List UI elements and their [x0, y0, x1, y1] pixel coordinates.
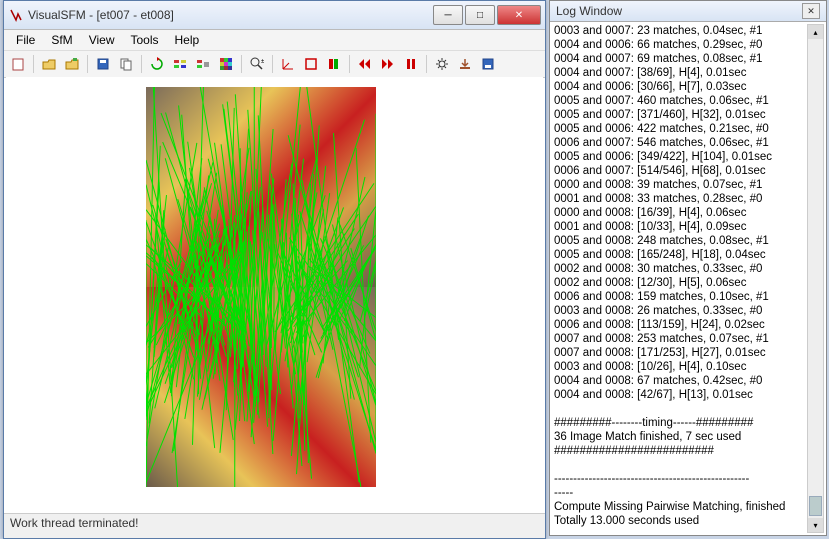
log-titlebar[interactable]: Log Window ✕ [550, 1, 826, 22]
status-bar: Work thread terminated! [4, 513, 545, 538]
stop-red-icon[interactable] [301, 54, 321, 74]
reconstruct-sparse-icon[interactable] [170, 54, 190, 74]
separator [426, 55, 427, 73]
separator [87, 55, 88, 73]
separator [272, 55, 273, 73]
menu-file[interactable]: File [8, 31, 43, 49]
log-text[interactable]: 0003 and 0007: 23 matches, 0.04sec, #1 0… [554, 24, 808, 533]
axis-icon[interactable] [278, 54, 298, 74]
toolbar: ± [4, 51, 545, 78]
fast-back-icon[interactable] [355, 54, 375, 74]
log-body: 0003 and 0007: 23 matches, 0.04sec, #1 0… [550, 22, 826, 535]
separator [141, 55, 142, 73]
dense-icon[interactable] [216, 54, 236, 74]
log-close-icon[interactable]: ✕ [802, 3, 820, 19]
main-titlebar[interactable]: VisualSFM - [et007 - et008] ─ □ ✕ [4, 1, 545, 30]
image-match-view [146, 87, 376, 487]
separator [33, 55, 34, 73]
close-button[interactable]: ✕ [497, 5, 541, 25]
status-text: Work thread terminated! [10, 516, 139, 530]
disk-icon[interactable] [478, 54, 498, 74]
pause-icon[interactable] [401, 54, 421, 74]
marker-icon[interactable] [324, 54, 344, 74]
export-icon[interactable] [455, 54, 475, 74]
menu-view[interactable]: View [81, 31, 123, 49]
log-title-text: Log Window [556, 4, 802, 18]
zoom-icon[interactable]: ± [247, 54, 267, 74]
menubar: File SfM View Tools Help [4, 30, 545, 51]
scroll-down-icon[interactable]: ▾ [808, 518, 823, 532]
window-controls: ─ □ ✕ [433, 5, 541, 25]
new-icon[interactable] [8, 54, 28, 74]
scroll-up-icon[interactable]: ▴ [808, 25, 823, 39]
window-title: VisualSFM - [et007 - et008] [28, 8, 433, 22]
save-icon[interactable] [93, 54, 113, 74]
minimize-button[interactable]: ─ [433, 5, 463, 25]
fast-fwd-icon[interactable] [378, 54, 398, 74]
menu-sfm[interactable]: SfM [43, 31, 80, 49]
separator [349, 55, 350, 73]
reconstruct-resume-icon[interactable] [193, 54, 213, 74]
main-window: VisualSFM - [et007 - et008] ─ □ ✕ File S… [3, 0, 546, 539]
gear-icon[interactable] [432, 54, 452, 74]
open-multi-icon[interactable] [62, 54, 82, 74]
image-top [146, 87, 376, 287]
app-icon [8, 7, 24, 23]
maximize-button[interactable]: □ [465, 5, 495, 25]
copy-icon[interactable] [116, 54, 136, 74]
canvas-area[interactable] [6, 77, 543, 516]
scroll-thumb[interactable] [809, 496, 822, 516]
separator [241, 55, 242, 73]
svg-text:±: ± [261, 59, 264, 65]
log-window: Log Window ✕ 0003 and 0007: 23 matches, … [549, 0, 827, 536]
menu-tools[interactable]: Tools [122, 31, 166, 49]
open-icon[interactable] [39, 54, 59, 74]
refresh-icon[interactable] [147, 54, 167, 74]
menu-help[interactable]: Help [167, 31, 208, 49]
log-scrollbar[interactable]: ▴ ▾ [807, 24, 824, 533]
image-bottom [146, 287, 376, 487]
